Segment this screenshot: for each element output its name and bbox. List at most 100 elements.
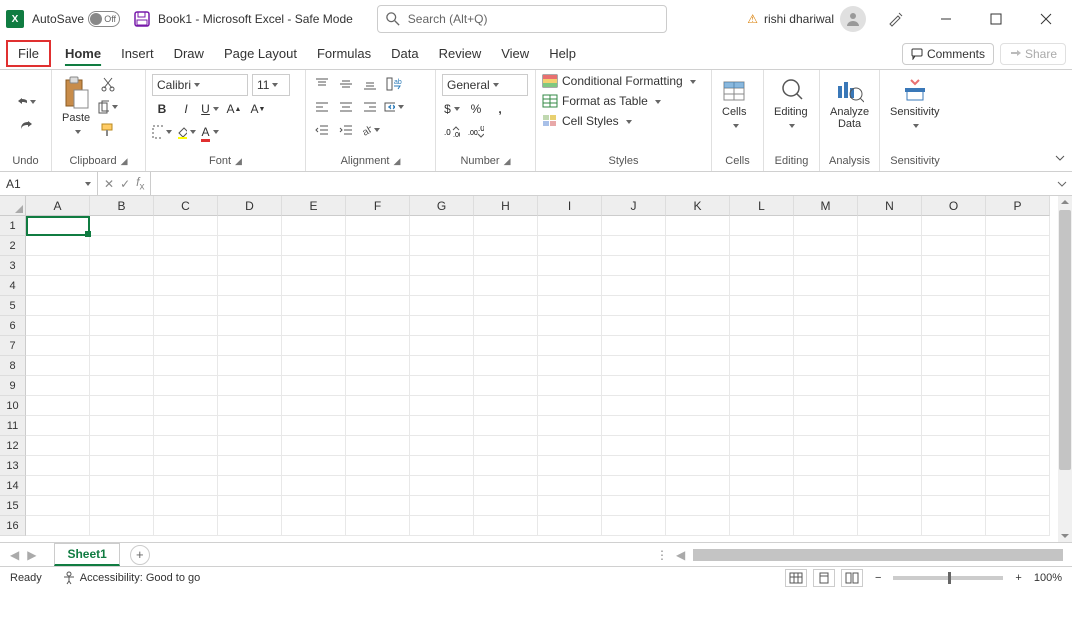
col-header[interactable]: N — [858, 196, 922, 216]
cell[interactable] — [858, 476, 922, 496]
cell[interactable] — [666, 356, 730, 376]
cell[interactable] — [538, 276, 602, 296]
cell[interactable] — [154, 316, 218, 336]
cell[interactable] — [986, 416, 1050, 436]
cell[interactable] — [154, 516, 218, 536]
decrease-font-button[interactable]: A▼ — [248, 99, 268, 119]
cell[interactable] — [346, 516, 410, 536]
cell[interactable] — [26, 476, 90, 496]
row-header[interactable]: 7 — [0, 336, 26, 356]
cell[interactable] — [538, 296, 602, 316]
comments-button[interactable]: Comments — [902, 43, 994, 65]
cell[interactable] — [986, 516, 1050, 536]
cell[interactable] — [730, 436, 794, 456]
cell[interactable] — [666, 276, 730, 296]
column-headers[interactable]: ABCDEFGHIJKLMNOP — [26, 196, 1050, 216]
cell[interactable] — [90, 336, 154, 356]
cell[interactable] — [26, 516, 90, 536]
ink-tool-icon[interactable] — [876, 4, 916, 34]
cell[interactable] — [90, 436, 154, 456]
cell[interactable] — [154, 396, 218, 416]
cell[interactable] — [922, 376, 986, 396]
cell[interactable] — [922, 236, 986, 256]
cell[interactable] — [794, 336, 858, 356]
tab-formulas[interactable]: Formulas — [307, 40, 381, 67]
cell[interactable] — [794, 296, 858, 316]
col-header[interactable]: P — [986, 196, 1050, 216]
paste-dropdown[interactable] — [72, 126, 81, 138]
cell[interactable] — [90, 376, 154, 396]
font-size-select[interactable]: 11 — [252, 74, 290, 96]
row-header[interactable]: 13 — [0, 456, 26, 476]
cell[interactable] — [922, 416, 986, 436]
cell[interactable] — [346, 256, 410, 276]
cell[interactable] — [730, 216, 794, 236]
underline-button[interactable]: U — [200, 99, 220, 119]
col-header[interactable]: H — [474, 196, 538, 216]
clipboard-dialog-launcher[interactable]: ◢ — [121, 156, 128, 167]
paste-button[interactable]: Paste — [58, 74, 94, 140]
number-dialog-launcher[interactable]: ◢ — [504, 156, 511, 167]
cell[interactable] — [986, 336, 1050, 356]
row-header[interactable]: 15 — [0, 496, 26, 516]
cell[interactable] — [410, 496, 474, 516]
cell[interactable] — [218, 356, 282, 376]
cell[interactable] — [858, 256, 922, 276]
zoom-slider[interactable] — [893, 576, 1003, 580]
alignment-dialog-launcher[interactable]: ◢ — [394, 156, 401, 167]
cell[interactable] — [666, 516, 730, 536]
cell[interactable] — [794, 356, 858, 376]
cell[interactable] — [474, 516, 538, 536]
row-header[interactable]: 14 — [0, 476, 26, 496]
row-header[interactable]: 16 — [0, 516, 26, 536]
cell[interactable] — [922, 516, 986, 536]
cell[interactable] — [602, 276, 666, 296]
tab-view[interactable]: View — [491, 40, 539, 67]
redo-button[interactable] — [16, 115, 36, 135]
font-color-button[interactable]: A — [200, 122, 220, 142]
horizontal-scrollbar[interactable] — [693, 549, 1045, 561]
cell[interactable] — [794, 516, 858, 536]
tab-file[interactable]: File — [6, 40, 51, 67]
cell[interactable] — [666, 236, 730, 256]
cell[interactable] — [794, 256, 858, 276]
cell[interactable] — [90, 276, 154, 296]
currency-button[interactable]: $ — [442, 99, 462, 119]
cell[interactable] — [538, 356, 602, 376]
cell[interactable] — [986, 356, 1050, 376]
cell[interactable] — [794, 476, 858, 496]
cell[interactable] — [346, 236, 410, 256]
cell[interactable] — [90, 256, 154, 276]
cell[interactable] — [986, 496, 1050, 516]
cell-styles-button[interactable]: Cell Styles — [542, 114, 632, 128]
cell[interactable] — [282, 376, 346, 396]
row-header[interactable]: 10 — [0, 396, 26, 416]
cell[interactable] — [26, 496, 90, 516]
cell[interactable] — [26, 456, 90, 476]
cell[interactable] — [154, 436, 218, 456]
cell[interactable] — [922, 476, 986, 496]
col-header[interactable]: A — [26, 196, 90, 216]
share-button[interactable]: Share — [1000, 43, 1066, 65]
zoom-out-button[interactable]: − — [869, 572, 887, 584]
cell[interactable] — [218, 276, 282, 296]
cell[interactable] — [90, 456, 154, 476]
cell[interactable] — [602, 376, 666, 396]
cell[interactable] — [90, 396, 154, 416]
cell[interactable] — [730, 336, 794, 356]
cell[interactable] — [410, 436, 474, 456]
name-box[interactable]: A1 — [0, 172, 98, 195]
cell[interactable] — [922, 336, 986, 356]
cell[interactable] — [538, 336, 602, 356]
cell[interactable] — [90, 236, 154, 256]
tab-data[interactable]: Data — [381, 40, 428, 67]
view-page-layout-button[interactable] — [813, 569, 835, 587]
cell[interactable] — [922, 256, 986, 276]
cell[interactable] — [922, 216, 986, 236]
cell[interactable] — [858, 276, 922, 296]
view-page-break-button[interactable] — [841, 569, 863, 587]
autosave-toggle[interactable]: AutoSave Off — [32, 11, 124, 27]
cell[interactable] — [410, 236, 474, 256]
cell[interactable] — [26, 276, 90, 296]
cell[interactable] — [410, 416, 474, 436]
